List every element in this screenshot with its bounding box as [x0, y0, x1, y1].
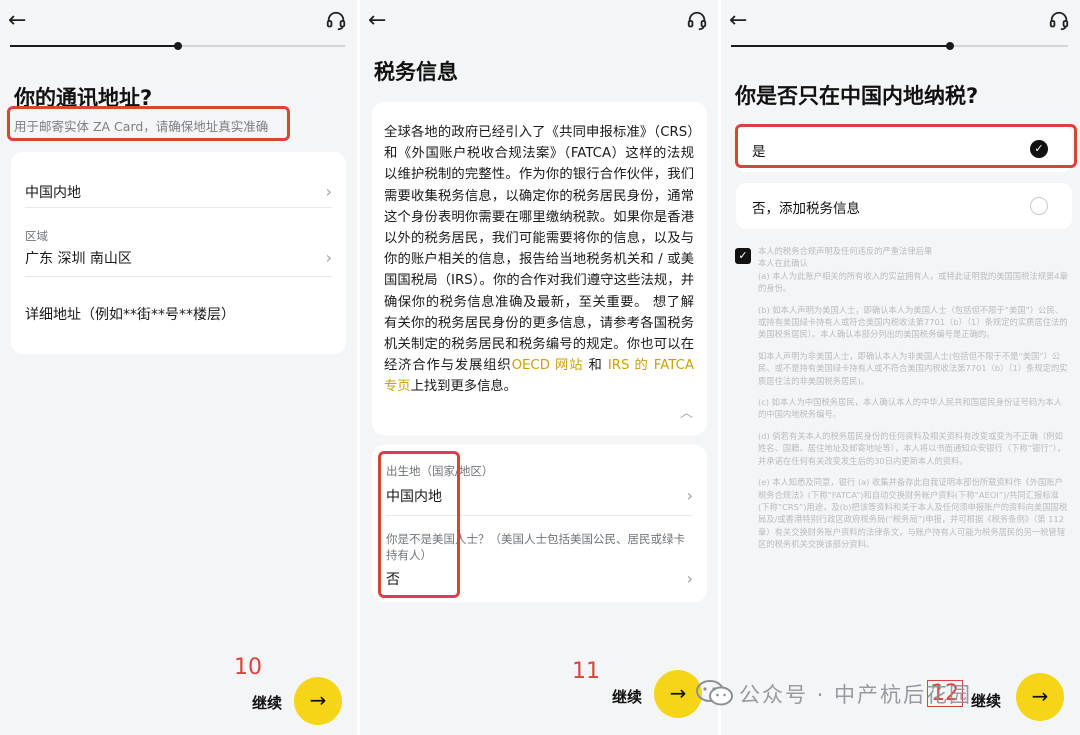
declaration-text: 本人的税务合规声明及任何违反的严重法律后果 本人在此确认 (a) 本人为此账户相…	[758, 245, 1068, 560]
radio-empty-icon	[1030, 197, 1048, 215]
arrow-right-icon: →	[309, 688, 327, 712]
progress-fill	[731, 45, 950, 47]
top-bar: ←	[0, 8, 357, 38]
back-arrow-icon[interactable]: ←	[368, 8, 386, 34]
continue-button[interactable]: →	[1016, 673, 1064, 721]
oecd-link[interactable]: OECD 网站	[512, 358, 584, 373]
divider	[25, 276, 332, 277]
watermark-text: 公众号 · 中产杭后花园	[739, 683, 973, 707]
divider	[25, 207, 332, 208]
decl-b: (b) 如本人声明为美国人士，即确认本人为美国人士（包括但不限于“美国”）公民、…	[758, 304, 1068, 340]
decl-b2: 如本人声明为非美国人士，即确认本人为非美国人士(包括但不限于不是“美国”）公民、…	[758, 350, 1068, 386]
region-row[interactable]: 区域 广东 深圳 南山区 ›	[25, 228, 332, 272]
conj-text: 和	[588, 358, 603, 374]
continue-label[interactable]: 继续	[252, 692, 282, 713]
continue-label[interactable]: 继续	[612, 686, 642, 707]
progress-fill	[10, 45, 178, 47]
page-title: 税务信息	[374, 60, 458, 84]
country-value: 中国内地	[25, 185, 81, 201]
decl-d: (d) 倘若有关本人的税务居民身份的任何资料及相关资料有改变或变为不正确（例如姓…	[758, 430, 1066, 466]
progress-bar	[10, 42, 345, 50]
step-number: 10	[234, 655, 262, 680]
top-bar: ←	[721, 8, 1080, 38]
progress-dot	[946, 42, 954, 50]
back-arrow-icon[interactable]: ←	[8, 8, 26, 34]
tax-explanation-text: 全球各地的政府已经引入了《共同申报标准》（CRS）和《外国账户税收合规法案》（F…	[384, 122, 694, 398]
declaration-checkbox[interactable]: ✓	[735, 248, 751, 264]
chevron-right-icon: ›	[325, 248, 332, 267]
decl-e: (e) 本人知悉及同意，银行 (a) 收集并备存此自我证明本部份所载资料作《外国…	[758, 477, 1068, 550]
tax-residency-screen: ← 你是否只在中国内地纳税? 是 ✓ 否，添加税务信息 ✓ 本人的税务合规声明及…	[721, 0, 1080, 735]
top-bar: ←	[360, 8, 718, 38]
headset-icon[interactable]	[1048, 10, 1070, 32]
chevron-right-icon: ›	[686, 486, 693, 505]
address-card: 中国内地 › 区域 广东 深圳 南山区 › 详细地址（例如**街**号**楼层）	[11, 152, 346, 354]
tax-info-screen: ← 税务信息 全球各地的政府已经引入了《共同申报标准》（CRS）和《外国账户税收…	[360, 0, 718, 735]
highlight-box	[7, 106, 290, 141]
decl-c: (c) 如本人为中国税务居民，本人确认本人的中华人民共和国居民身份证号码为本人的…	[758, 397, 1063, 420]
detail-address-input[interactable]: 详细地址（例如**街**号**楼层）	[25, 304, 332, 328]
option-no-label: 否，添加税务信息	[752, 201, 860, 217]
progress-dot	[174, 42, 182, 50]
wechat-icon	[696, 680, 733, 706]
arrow-right-icon: →	[1031, 684, 1049, 708]
highlight-box	[378, 451, 460, 598]
decl-a: (a) 本人为此账户相关的所有收入的实益拥有人，或特此证明我的美国国税法规第4章…	[758, 270, 1068, 294]
back-arrow-icon[interactable]: ←	[729, 8, 747, 34]
continue-label[interactable]: 继续	[971, 690, 1001, 711]
chevron-right-icon: ›	[686, 569, 693, 588]
tax-body-1: 全球各地的政府已经引入了《共同申报标准》（CRS）和《外国账户税收合规法案》（F…	[384, 125, 694, 374]
headset-icon[interactable]	[325, 10, 347, 32]
detail-address-placeholder: 详细地址（例如**街**号**楼层）	[25, 307, 235, 323]
chevron-right-icon: ›	[325, 182, 332, 201]
continue-button[interactable]: →	[294, 677, 342, 725]
tax-body-2: 上找到更多信息。	[410, 379, 517, 395]
headset-icon[interactable]	[686, 10, 708, 32]
decl-heading: 本人的税务合规声明及任何违反的严重法律后果	[758, 246, 933, 256]
option-no[interactable]: 否，添加税务信息	[736, 183, 1072, 229]
country-row[interactable]: 中国内地 ›	[25, 182, 332, 206]
decl-confirm: 本人在此确认	[758, 258, 808, 269]
address-screen: ← 你的通讯地址? 用于邮寄实体 ZA Card，请确保地址真实准确 中国内地 …	[0, 0, 357, 735]
region-value: 广东 深圳 南山区	[25, 251, 132, 267]
page-title: 你是否只在中国内地纳税?	[735, 84, 979, 108]
highlight-box	[735, 124, 1077, 168]
chevron-up-icon[interactable]: ︿	[680, 402, 693, 421]
step-number: 11	[572, 659, 600, 684]
progress-bar	[731, 42, 1068, 50]
region-label: 区域	[25, 229, 48, 243]
